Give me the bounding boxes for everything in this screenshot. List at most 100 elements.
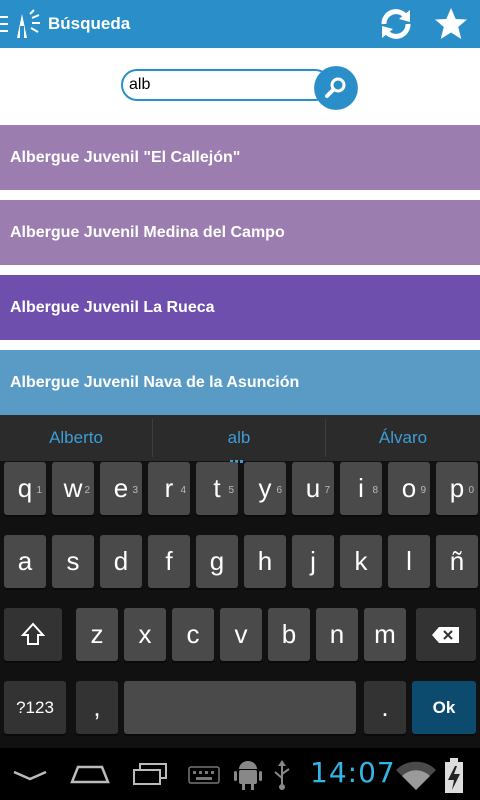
- key-d[interactable]: d: [100, 535, 142, 588]
- key-p[interactable]: p0: [436, 462, 478, 515]
- symbols-key-label: ?123: [16, 698, 54, 717]
- shift-icon: [20, 622, 46, 645]
- key-hint: 5: [228, 485, 234, 496]
- shift-key[interactable]: [4, 608, 62, 661]
- key-ñ-label: ñ: [449, 546, 465, 576]
- key-w-label: w: [63, 473, 83, 503]
- key-g[interactable]: g: [196, 535, 238, 588]
- back-icon[interactable]: [12, 766, 48, 782]
- soft-keyboard: Alberto alb Álvaro q1w2e3r4t5y6u7i8o9p0a…: [0, 415, 480, 748]
- period-key[interactable]: .: [364, 681, 406, 734]
- star-icon[interactable]: [432, 5, 470, 43]
- key-b[interactable]: b: [268, 608, 310, 661]
- key-w[interactable]: w2: [52, 462, 94, 515]
- ok-key[interactable]: Ok: [412, 681, 476, 734]
- key-m[interactable]: m: [364, 608, 406, 661]
- key-hint: 2: [84, 485, 90, 496]
- result-item[interactable]: Albergue Juvenil "El Callejón": [0, 125, 480, 190]
- ok-key-label: Ok: [432, 698, 456, 717]
- key-f-label: f: [165, 546, 173, 576]
- key-f[interactable]: f: [148, 535, 190, 588]
- key-hint: 4: [180, 485, 186, 496]
- result-item[interactable]: Albergue Juvenil Nava de la Asunción: [0, 350, 480, 415]
- wifi-icon: [396, 761, 436, 790]
- key-y[interactable]: y6: [244, 462, 286, 515]
- result-item[interactable]: Albergue Juvenil La Rueca: [0, 275, 480, 340]
- backspace-key[interactable]: [416, 608, 476, 661]
- key-k-label: k: [354, 546, 368, 576]
- key-i-label: i: [358, 473, 364, 503]
- comma-key[interactable]: ,: [76, 681, 118, 734]
- home-icon[interactable]: [68, 762, 112, 786]
- key-t-label: t: [213, 473, 221, 503]
- key-u-label: u: [305, 473, 321, 503]
- key-r-label: r: [164, 473, 174, 503]
- key-s-label: s: [66, 546, 80, 576]
- key-i[interactable]: i8: [340, 462, 382, 515]
- app-logo[interactable]: [12, 8, 44, 40]
- key-o[interactable]: o9: [388, 462, 430, 515]
- key-hint: 9: [420, 485, 426, 496]
- key-hint: 0: [468, 485, 474, 496]
- key-v[interactable]: v: [220, 608, 262, 661]
- key-z[interactable]: z: [76, 608, 118, 661]
- key-n[interactable]: n: [316, 608, 358, 661]
- key-k[interactable]: k: [340, 535, 382, 588]
- suggestion-alvaro[interactable]: Álvaro: [326, 415, 480, 461]
- period-key-label: .: [381, 692, 389, 722]
- page-title: Búsqueda: [48, 14, 131, 33]
- usb-icon: [274, 760, 290, 790]
- key-x[interactable]: x: [124, 608, 166, 661]
- key-v-label: v: [234, 619, 248, 649]
- key-y-label: y: [258, 473, 272, 503]
- key-hint: 3: [132, 485, 138, 496]
- key-e[interactable]: e3: [100, 462, 142, 515]
- suggestion-strip: Alberto alb Álvaro: [0, 415, 480, 463]
- key-d-label: d: [113, 546, 129, 576]
- key-o-label: o: [401, 473, 417, 503]
- key-r[interactable]: r4: [148, 462, 190, 515]
- key-u[interactable]: u7: [292, 462, 334, 515]
- android-debug-icon: [234, 761, 262, 790]
- system-nav-bar: 14:07: [0, 748, 480, 800]
- symbols-key[interactable]: ?123: [4, 681, 66, 734]
- key-h[interactable]: h: [244, 535, 286, 588]
- key-t[interactable]: t5: [196, 462, 238, 515]
- key-hint: 8: [372, 485, 378, 496]
- key-hint: 7: [324, 485, 330, 496]
- recent-apps-icon[interactable]: [130, 762, 170, 786]
- key-l-label: l: [406, 546, 412, 576]
- suggestion-alb[interactable]: alb: [153, 415, 325, 461]
- clock: 14:07: [310, 756, 396, 789]
- key-hint: 6: [276, 485, 282, 496]
- key-h-label: h: [257, 546, 273, 576]
- key-hint: 1: [36, 485, 42, 496]
- key-j[interactable]: j: [292, 535, 334, 588]
- space-key[interactable]: [124, 681, 356, 734]
- key-ñ[interactable]: ñ: [436, 535, 478, 588]
- result-item[interactable]: Albergue Juvenil Medina del Campo: [0, 200, 480, 265]
- key-a-label: a: [17, 546, 33, 576]
- key-e-label: e: [113, 473, 129, 503]
- key-c[interactable]: c: [172, 608, 214, 661]
- key-c-label: c: [186, 619, 200, 649]
- suggestion-alberto[interactable]: Alberto: [0, 415, 152, 461]
- key-q[interactable]: q1: [4, 462, 46, 515]
- comma-key-label: ,: [93, 692, 101, 722]
- battery-charging-icon: [445, 758, 463, 793]
- key-n-label: n: [329, 619, 345, 649]
- key-b-label: b: [281, 619, 297, 649]
- sync-icon[interactable]: [376, 6, 416, 42]
- more-suggestions-dots: [230, 450, 246, 463]
- key-l[interactable]: l: [388, 535, 430, 588]
- menu-icon[interactable]: [0, 16, 8, 32]
- key-m-label: m: [374, 619, 396, 649]
- search-button[interactable]: [314, 66, 358, 110]
- key-x-label: x: [138, 619, 152, 649]
- key-s[interactable]: s: [52, 535, 94, 588]
- search-input[interactable]: [121, 69, 331, 101]
- action-bar: Búsqueda: [0, 0, 480, 48]
- key-z-label: z: [90, 619, 104, 649]
- key-g-label: g: [209, 546, 225, 576]
- key-a[interactable]: a: [4, 535, 46, 588]
